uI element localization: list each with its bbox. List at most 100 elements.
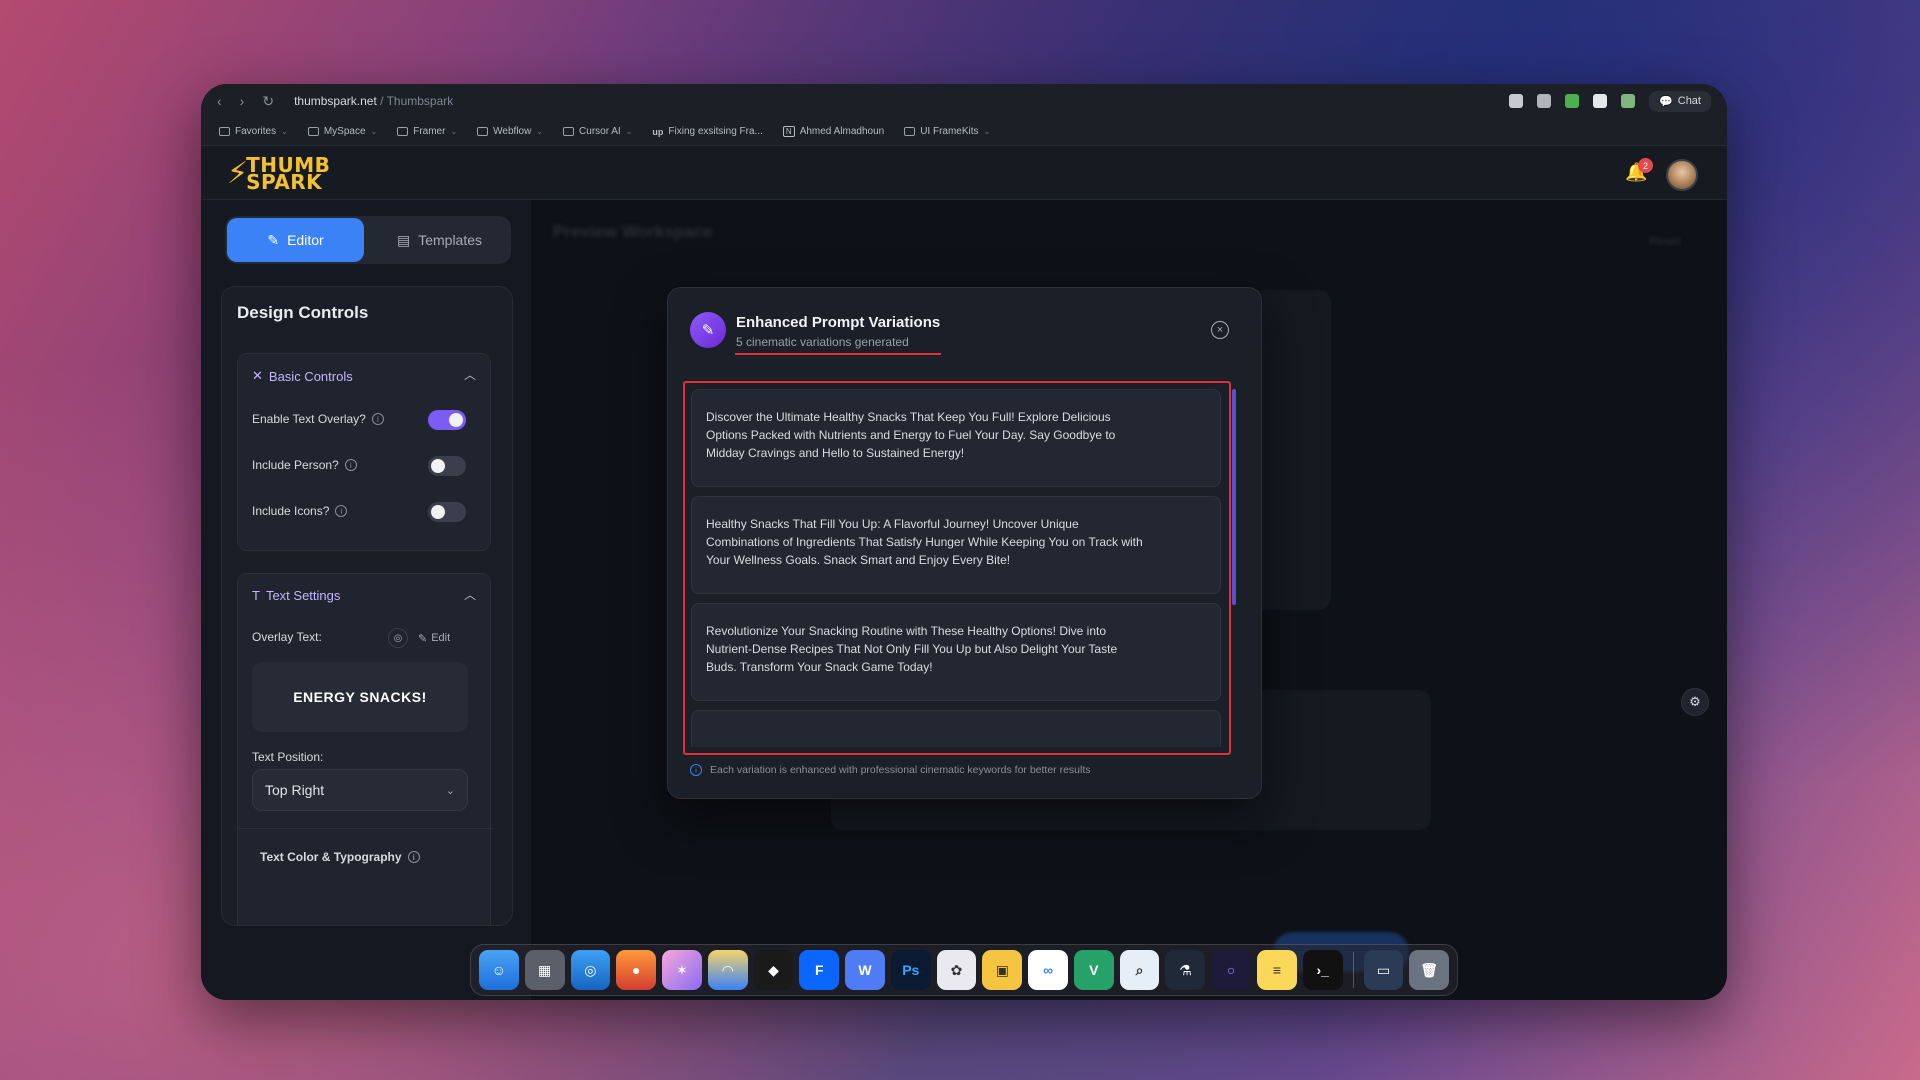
label-text: Include Person?	[252, 458, 339, 472]
bookmark-label: Webflow	[493, 126, 532, 137]
bookmark-label: Framer	[413, 126, 446, 137]
wand-icon: ✎	[690, 312, 726, 348]
text-position-select[interactable]: Top Right ⌄	[252, 769, 468, 811]
close-icon[interactable]: ×	[1211, 321, 1229, 339]
info-icon[interactable]: i	[371, 413, 384, 425]
extension-icon[interactable]	[1621, 94, 1636, 108]
unity-icon[interactable]: ◆	[753, 950, 794, 990]
basic-controls-header[interactable]: ✕ Basic Controls	[252, 368, 353, 384]
text-settings-title: Text Settings	[265, 588, 341, 603]
reset-button[interactable]: Reset	[1649, 234, 1680, 248]
messenger-icon[interactable]: ∞	[1028, 950, 1068, 990]
vuejs-icon[interactable]: V	[1073, 950, 1114, 990]
tab-editor[interactable]: ✎ Editor	[227, 218, 364, 262]
include-icons-toggle[interactable]	[428, 502, 466, 522]
design-app-icon[interactable]: ✶	[662, 950, 702, 990]
firefox-icon[interactable]: ●	[616, 950, 657, 990]
modal-title: Enhanced Prompt Variations	[736, 314, 941, 331]
bookmark-favorites[interactable]: Favorites ⌄	[219, 126, 288, 137]
variation-text: Healthy Snacks That Fill You Up: A Flavo…	[706, 517, 1143, 567]
variation-card[interactable]: Revolutionize Your Snacking Routine with…	[691, 603, 1221, 701]
avatar[interactable]	[1666, 159, 1698, 191]
wand-icon: ✕	[252, 368, 263, 383]
folder-icon	[397, 127, 409, 136]
modal-scrollbar[interactable]	[1232, 389, 1236, 605]
extension-icon[interactable]	[1593, 94, 1608, 108]
recent-window-icon[interactable]: ▭	[1363, 950, 1404, 990]
bookmark-myspace[interactable]: MySpace ⌄	[307, 126, 377, 137]
bookmark-ahmed[interactable]: N Ahmed Almadhoun	[782, 126, 885, 137]
folder-icon	[477, 127, 489, 136]
text-position-label: Text Position:	[252, 750, 324, 764]
overlay-text-input[interactable]: ENERGY SNACKS!	[252, 662, 468, 732]
overlay-text-label: Overlay Text:	[252, 630, 322, 644]
tab-templates-label: Templates	[418, 232, 483, 248]
app-header: ⚡ THUMB SPARK 🔔 2	[201, 146, 1727, 200]
toggle-knob	[431, 505, 445, 519]
browser-toolbar: ‹ › ↻ thumbspark.net / Thumbspark 💬 Chat	[201, 84, 1727, 118]
reload-icon[interactable]: ↻	[262, 93, 274, 110]
variations-list[interactable]: Discover the Ultimate Healthy Snacks Tha…	[691, 389, 1221, 747]
lightning-icon: ⚡	[227, 157, 249, 190]
chevron-up-icon[interactable]: ︿	[464, 366, 476, 383]
back-icon[interactable]: ‹	[217, 93, 222, 110]
bookmark-label: MySpace	[323, 126, 366, 137]
copy-icon[interactable]: ◎	[388, 628, 408, 648]
panel-scrollbar[interactable]	[512, 353, 513, 703]
launchpad-icon[interactable]: ▦	[524, 950, 565, 990]
chevron-down-icon: ⌄	[445, 784, 455, 797]
settings-toggle-icon[interactable]: ⚙	[1681, 688, 1709, 716]
variation-card[interactable]: Discover the Ultimate Healthy Snacks Tha…	[691, 389, 1221, 487]
tab-templates[interactable]: ▤ Templates	[370, 218, 509, 262]
safari-icon[interactable]: ◎	[570, 950, 611, 990]
bookmark-label: Ahmed Almadhoun	[799, 126, 885, 137]
extension-icon[interactable]	[1565, 94, 1580, 108]
photoshop-icon[interactable]: Ps	[890, 950, 931, 990]
preview-app-icon[interactable]: ▣	[982, 950, 1023, 990]
notes-icon[interactable]: ≡	[1257, 950, 1297, 990]
thumbspark-logo[interactable]: ⚡ THUMB SPARK	[227, 155, 330, 192]
text-settings-header[interactable]: T Text Settings	[252, 588, 340, 603]
design-controls-panel: Design Controls ✕ Basic Controls ︿ Enabl…	[221, 286, 513, 926]
flask-icon[interactable]: ⚗	[1165, 950, 1206, 990]
variation-card[interactable]: Healthy Snacks That Fill You Up: A Flavo…	[691, 496, 1221, 594]
magnifier-app-icon[interactable]: ⌕	[1119, 950, 1160, 990]
extension-icon[interactable]	[1537, 94, 1552, 108]
include-person-toggle[interactable]	[428, 456, 466, 476]
bookmark-ui-framekits[interactable]: UI FrameKits ⌄	[904, 126, 990, 137]
info-icon[interactable]: i	[407, 851, 420, 863]
address-bar[interactable]: thumbspark.net / Thumbspark	[294, 94, 453, 108]
text-position-value: Top Right	[265, 782, 325, 798]
enable-text-overlay-toggle[interactable]	[428, 410, 466, 430]
framer-icon[interactable]: F	[799, 950, 840, 990]
tab-editor-label: Editor	[287, 232, 324, 248]
variation-text: Revolutionize Your Snacking Routine with…	[706, 624, 1118, 674]
bookmark-label: Favorites	[235, 126, 277, 137]
arc-icon[interactable]: ◠	[707, 950, 748, 990]
variation-card[interactable]	[691, 710, 1221, 747]
chevron-up-icon[interactable]: ︿	[464, 586, 476, 603]
info-icon[interactable]: i	[335, 505, 348, 517]
mode-tabs: ✎ Editor ▤ Templates	[225, 216, 511, 264]
bookmark-cursor-ai[interactable]: Cursor AI ⌄	[563, 126, 632, 137]
info-icon[interactable]: i	[344, 459, 357, 471]
bookmark-framer[interactable]: Framer ⌄	[397, 126, 457, 137]
figma-icon[interactable]: ✿	[936, 950, 977, 990]
edit-button[interactable]: ✎ Edit	[418, 632, 450, 645]
trash-icon[interactable]: 🗑	[1409, 950, 1450, 990]
webflow-icon[interactable]: W	[845, 950, 885, 990]
chevron-down-icon: ⌄	[281, 127, 288, 136]
info-icon: i	[690, 764, 702, 776]
bookmark-fixing[interactable]: up Fixing exsitsing Fra...	[652, 126, 762, 137]
chat-button[interactable]: 💬 Chat	[1649, 90, 1711, 112]
forward-icon[interactable]: ›	[240, 93, 245, 110]
browser-nav: ‹ › ↻	[217, 93, 274, 110]
extension-icon[interactable]	[1509, 94, 1524, 108]
logo-text: THUMB SPARK	[246, 155, 330, 192]
finder-icon[interactable]: ☺	[479, 950, 519, 990]
orb-app-icon[interactable]: ○	[1211, 950, 1252, 990]
terminal-icon[interactable]: ›_	[1302, 950, 1343, 990]
bookmarks-bar: Favorites ⌄ MySpace ⌄ Framer ⌄ Webflow ⌄ Cur…	[201, 118, 1727, 146]
enable-text-overlay-label: Enable Text Overlay? i	[252, 412, 384, 426]
bookmark-webflow[interactable]: Webflow ⌄	[477, 126, 543, 137]
